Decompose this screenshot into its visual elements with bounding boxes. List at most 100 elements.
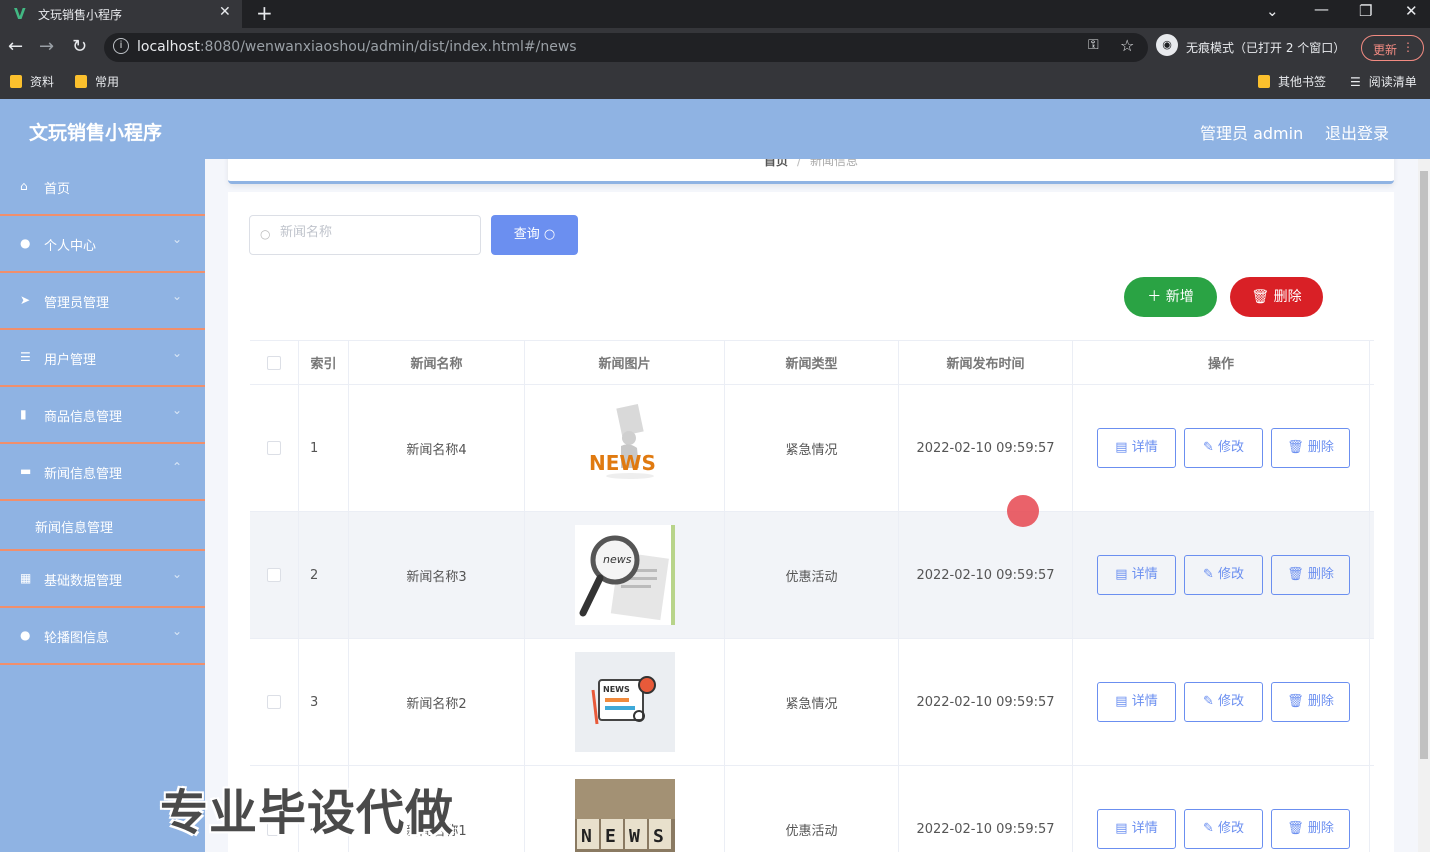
reload-icon[interactable]: ↻: [72, 36, 87, 57]
sidebar-item-label: 首页: [44, 182, 71, 197]
row-name: 新闻名称3: [349, 512, 525, 638]
bookmarks-bar: 资料 常用 其他书签 ☰ 阅读清单: [0, 67, 1430, 99]
edit-button[interactable]: ✎ 修改: [1184, 682, 1263, 722]
svg-text:NEWS: NEWS: [589, 451, 656, 475]
sidebar-item-label: 用户管理: [44, 353, 97, 368]
chevron-down-icon: ⌄: [172, 346, 183, 360]
tab-search-icon[interactable]: ⌄: [1266, 2, 1279, 20]
detail-button[interactable]: ▤ 详情: [1097, 428, 1176, 468]
search-input[interactable]: [280, 225, 470, 240]
close-tab-icon[interactable]: ✕: [219, 4, 231, 20]
send-icon: ➤: [20, 293, 31, 307]
browser-tab[interactable]: V 文玩销售小程序 ✕: [0, 0, 242, 28]
trash-icon: 🗑: [1287, 821, 1304, 836]
trash-icon: 🗑: [1251, 289, 1270, 305]
row-image-cell: NEWS: [525, 639, 725, 765]
breadcrumb-current: 新闻信息: [810, 159, 859, 168]
edit-label: 修改: [1218, 821, 1245, 836]
svg-text:E: E: [605, 826, 616, 847]
row-delete-label: 删除: [1307, 567, 1334, 582]
row-delete-button[interactable]: 🗑 删除: [1271, 809, 1350, 849]
url-path: :8080/wenwanxiaoshou/admin/dist/index.ht…: [199, 39, 577, 55]
sidebar-item-news[interactable]: ▬ 新闻信息管理 ⌃: [0, 444, 205, 501]
add-button[interactable]: ＋ 新增: [1124, 277, 1217, 317]
row-delete-button[interactable]: 🗑 删除: [1271, 555, 1350, 595]
sidebar-item-users[interactable]: ☰ 用户管理 ⌄: [0, 330, 205, 387]
page-scrollbar[interactable]: [1418, 159, 1430, 852]
bookmark-folder-2[interactable]: 常用: [75, 73, 119, 90]
chevron-down-icon: ⌄: [172, 403, 183, 417]
row-name: 新闻名称2: [349, 639, 525, 765]
sidebar-subitem-news-manage[interactable]: 新闻信息管理: [0, 501, 205, 551]
sidebar-item-home[interactable]: ⌂ 首页: [0, 159, 205, 216]
update-button[interactable]: 更新 ⋮: [1361, 35, 1424, 61]
row-index: 2: [299, 512, 349, 638]
list-icon: ☰: [20, 350, 31, 364]
detail-button[interactable]: ▤ 详情: [1097, 555, 1176, 595]
document-icon: ▤: [1115, 567, 1128, 582]
sidebar-item-label: 基础数据管理: [44, 574, 123, 589]
scrollbar-thumb[interactable]: [1420, 171, 1428, 759]
bar-chart-icon: ▮: [20, 407, 27, 421]
edit-button[interactable]: ✎ 修改: [1184, 555, 1263, 595]
address-bar-row: ← → ↻ i localhost:8080/wenwanxiaoshou/ad…: [0, 28, 1430, 67]
minimize-icon[interactable]: —: [1314, 0, 1329, 18]
menu-dots-icon[interactable]: ⋮: [1402, 40, 1414, 54]
query-button-label: 查询: [513, 227, 540, 242]
new-tab-icon[interactable]: +: [256, 1, 273, 25]
batch-delete-button[interactable]: 🗑 删除: [1230, 277, 1323, 317]
mouse-cursor-highlight: [1007, 495, 1039, 527]
row-checkbox[interactable]: [267, 441, 281, 455]
column-header: 新闻类型: [725, 341, 899, 384]
edit-button[interactable]: ✎ 修改: [1184, 428, 1263, 468]
sidebar-item-label: 个人中心: [44, 239, 97, 254]
row-time: 2022-02-10 09:59:57: [899, 639, 1073, 765]
row-checkbox[interactable]: [267, 695, 281, 709]
edit-label: 修改: [1218, 694, 1245, 709]
sidebar-item-carousel[interactable]: ● 轮播图信息 ⌄: [0, 608, 205, 665]
row-select-cell: [250, 639, 299, 765]
forward-icon[interactable]: →: [39, 36, 54, 57]
edit-icon: ✎: [1202, 694, 1214, 709]
update-label: 更新: [1373, 43, 1398, 57]
detail-button[interactable]: ▤ 详情: [1097, 809, 1176, 849]
bookmark-folder-1[interactable]: 资料: [10, 73, 54, 90]
document-icon: ▤: [1115, 821, 1128, 836]
incognito-icon: ◉: [1156, 34, 1178, 56]
row-actions: ▤ 详情 ✎ 修改 🗑 删除: [1073, 639, 1370, 765]
trash-icon: 🗑: [1287, 567, 1304, 582]
row-delete-label: 删除: [1307, 694, 1334, 709]
sidebar: ⌂ 首页 ● 个人中心 ⌄ ➤ 管理员管理 ⌄ ☰ 用户管理 ⌄ ▮ 商品信息管…: [0, 159, 205, 852]
search-field[interactable]: ○: [249, 215, 481, 255]
sidebar-item-basic-data[interactable]: ▦ 基础数据管理 ⌄: [0, 551, 205, 608]
edit-button[interactable]: ✎ 修改: [1184, 809, 1263, 849]
other-bookmarks[interactable]: 其他书签: [1258, 73, 1326, 90]
url-bar[interactable]: i localhost:8080/wenwanxiaoshou/admin/di…: [104, 33, 1148, 62]
column-header: 新闻图片: [525, 341, 725, 384]
reading-list[interactable]: ☰ 阅读清单: [1350, 73, 1417, 90]
detail-button[interactable]: ▤ 详情: [1097, 682, 1176, 722]
row-checkbox[interactable]: [267, 568, 281, 582]
sidebar-item-profile[interactable]: ● 个人中心 ⌄: [0, 216, 205, 273]
bookmark-star-icon[interactable]: ☆: [1120, 36, 1134, 55]
column-header: 索引: [299, 341, 349, 384]
window-close-icon[interactable]: ✕: [1405, 2, 1418, 20]
back-icon[interactable]: ←: [8, 36, 23, 57]
detail-label: 详情: [1131, 694, 1158, 709]
svg-text:W: W: [629, 826, 640, 847]
restore-icon[interactable]: ❐: [1359, 2, 1372, 20]
row-actions: ▤ 详情 ✎ 修改 🗑 删除: [1073, 385, 1370, 511]
sidebar-item-products[interactable]: ▮ 商品信息管理 ⌄: [0, 387, 205, 444]
row-delete-button[interactable]: 🗑 删除: [1271, 428, 1350, 468]
key-icon[interactable]: ⚿: [1088, 37, 1099, 53]
site-info-icon[interactable]: i: [113, 38, 129, 54]
breadcrumb: 首页 / 新闻信息: [228, 159, 1394, 184]
svg-text:NEWS: NEWS: [603, 685, 630, 694]
select-all-checkbox[interactable]: [267, 355, 281, 370]
logout-link[interactable]: 退出登录: [1325, 120, 1389, 144]
breadcrumb-home[interactable]: 首页: [764, 159, 788, 168]
row-delete-button[interactable]: 🗑 删除: [1271, 682, 1350, 722]
query-button[interactable]: 查询 ○: [491, 215, 578, 255]
browser-tab-bar: V 文玩销售小程序 ✕ + ⌄ — ❐ ✕: [0, 0, 1430, 28]
sidebar-item-admins[interactable]: ➤ 管理员管理 ⌄: [0, 273, 205, 330]
